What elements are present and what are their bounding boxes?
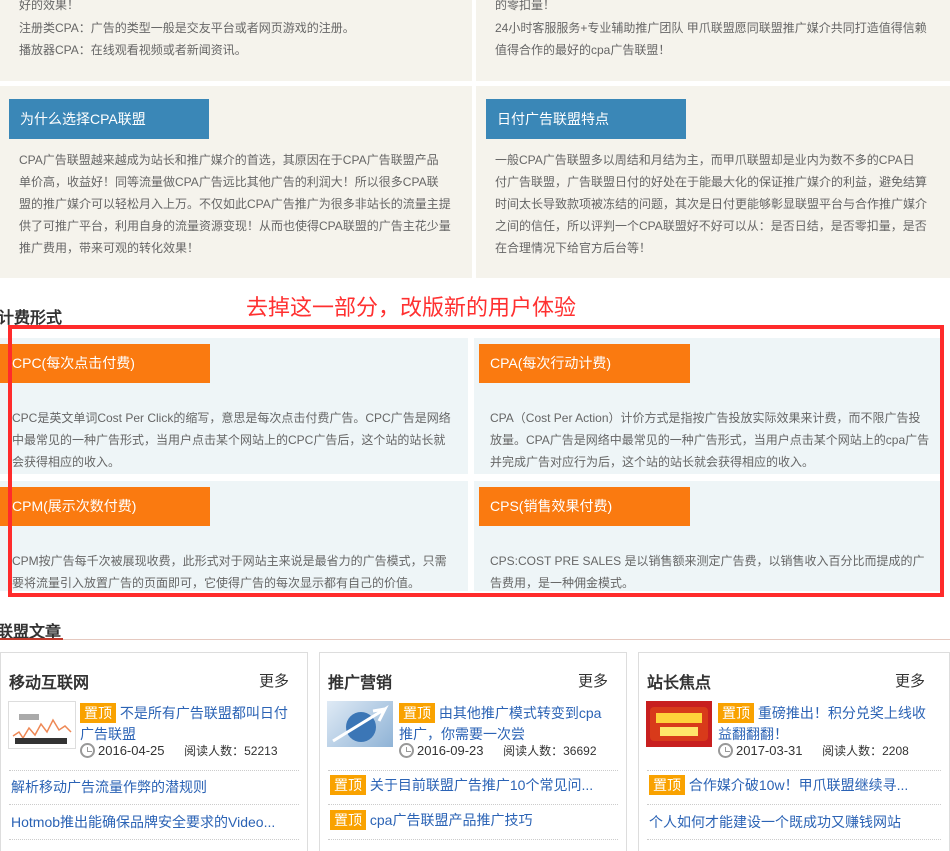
articles-heading-accent bbox=[0, 638, 63, 640]
clock-icon bbox=[718, 743, 733, 758]
article-link[interactable]: Hotmob推出能确保品牌安全要求的Video... bbox=[11, 812, 291, 832]
annotation-box bbox=[8, 325, 944, 597]
article-title: cpa广告联盟产品推广技巧 bbox=[369, 812, 533, 828]
divider bbox=[647, 770, 941, 771]
more-link[interactable]: 更多 bbox=[578, 670, 608, 691]
read-count: 阅读人数：2208 bbox=[822, 744, 909, 758]
column-mobile-internet: 移动互联网 更多 置顶 不是所有广告联盟都叫日付广告联盟 2016-04-25 … bbox=[0, 652, 308, 851]
column-promotion-marketing: 推广营销 更多 置顶 由其他推广模式转变到cpa推广，你需要一次尝 2016-0… bbox=[319, 652, 627, 851]
divider bbox=[328, 804, 618, 805]
column-title: 站长焦点 bbox=[647, 675, 712, 692]
article-date: 2016-09-23 bbox=[417, 743, 484, 758]
article-link[interactable]: 置顶 关于目前联盟广告推广10个常见问... bbox=[330, 775, 620, 795]
column-title: 移动互联网 bbox=[9, 675, 90, 692]
daily-pay-line: 付广告联盟，广告联盟日付的好处在于能最大化的保证推广媒介的利益，避免结算 bbox=[495, 175, 928, 189]
article-meta: 2016-09-23 阅读人数：36692 bbox=[399, 742, 597, 759]
top-badge: 置顶 bbox=[330, 775, 366, 795]
top-right-line3: 值得合作的最好的cpa广告联盟！ bbox=[495, 43, 671, 57]
top-right-line2: 24小时客服服务+专业辅助推广团队 甲爪联盟愿同联盟推广媒介共同打造值得信赖 bbox=[495, 21, 927, 35]
article-title: 关于目前联盟广告推广10个常见问... bbox=[369, 777, 594, 793]
clock-icon bbox=[399, 743, 414, 758]
article-meta: 2017-03-31 阅读人数：2208 bbox=[718, 742, 909, 759]
article-thumbnail[interactable] bbox=[8, 701, 76, 749]
divider bbox=[647, 804, 941, 805]
why-cpa-line: 推广费用，带来可观的转化效果！ bbox=[19, 241, 200, 255]
top-left-cell: 好的效果！ 注册类CPA：广告的类型一般是交友平台或者网页游戏的注册。 播放器C… bbox=[0, 0, 472, 81]
why-cpa-line: 盟的推广媒介可以轻松月入上万。不仅如此CPA广告推广为很多非站长的流量主提 bbox=[19, 197, 451, 211]
daily-pay-line: 时间太长导致款项被冻结的问题，其次是日付更能够彰显联盟平台与合作推广媒介 bbox=[495, 197, 928, 211]
article-meta: 2016-04-25 阅读人数：52213 bbox=[80, 742, 278, 759]
why-cpa-line: 单价高，收益好！同等流量做CPA广告远比其他广告的利润大！所以很多CPA联 bbox=[19, 175, 439, 189]
articles-heading-rule bbox=[0, 639, 950, 640]
top-badge: 置顶 bbox=[80, 703, 116, 723]
why-cpa-line: 供了可推广平台，利用自身的流量资源变现！从而也使得CPA联盟的广告主花少量 bbox=[19, 219, 451, 233]
article-link[interactable]: 解析移动广告流量作弊的潜规则 bbox=[11, 777, 291, 797]
article-link[interactable]: 置顶 合作媒介破10w！甲爪联盟继续寻... bbox=[649, 775, 939, 795]
featured-article-link[interactable]: 置顶 重磅推出！积分兑奖上线收益翻翻翻！ bbox=[718, 703, 928, 745]
divider bbox=[328, 839, 618, 840]
top-left-line3: 播放器CPA：在线观看视频或者新闻资讯。 bbox=[19, 43, 247, 57]
annotation-text: 去掉这一部分，改版新的用户体验 bbox=[246, 296, 577, 321]
more-link[interactable]: 更多 bbox=[259, 670, 289, 691]
top-right-line1: 的零扣量！ bbox=[495, 0, 556, 12]
why-cpa-line: CPA广告联盟越来越成为站长和推广媒介的首选，其原因在于CPA广告联盟产品 bbox=[19, 153, 439, 167]
divider bbox=[9, 770, 299, 771]
top-badge: 置顶 bbox=[330, 810, 366, 830]
article-link[interactable]: 置顶 cpa广告联盟产品推广技巧 bbox=[330, 810, 620, 830]
top-left-line2: 注册类CPA：广告的类型一般是交友平台或者网页游戏的注册。 bbox=[19, 21, 355, 35]
divider bbox=[9, 839, 299, 840]
top-left-line1: 好的效果！ bbox=[19, 0, 80, 12]
top-badge: 置顶 bbox=[399, 703, 435, 723]
daily-pay-title: 日付广告联盟特点 bbox=[486, 99, 686, 139]
clock-icon bbox=[80, 743, 95, 758]
column-webmaster-focus: 站长焦点 更多 置顶 重磅推出！积分兑奖上线收益翻翻翻！ 2017-03-31 … bbox=[638, 652, 950, 851]
article-link[interactable]: 个人如何才能建设一个既成功又赚钱网站 bbox=[649, 812, 939, 832]
daily-pay-cell: 日付广告联盟特点 一般CPA广告联盟多以周结和月结为主，而甲爪联盟却是业内为数不… bbox=[476, 86, 950, 278]
read-count: 阅读人数：36692 bbox=[503, 744, 597, 758]
more-link[interactable]: 更多 bbox=[895, 670, 925, 691]
why-cpa-title: 为什么选择CPA联盟 bbox=[9, 99, 209, 139]
why-cpa-cell: 为什么选择CPA联盟 CPA广告联盟越来越成为站长和推广媒介的首选，其原因在于C… bbox=[0, 86, 472, 278]
daily-pay-line: 在合理情况下给官方后台等！ bbox=[495, 241, 652, 255]
featured-article-link[interactable]: 置顶 不是所有广告联盟都叫日付广告联盟 bbox=[80, 703, 290, 745]
top-badge: 置顶 bbox=[649, 775, 685, 795]
divider bbox=[647, 839, 941, 840]
article-title: 合作媒介破10w！甲爪联盟继续寻... bbox=[688, 777, 909, 793]
column-title: 推广营销 bbox=[328, 675, 393, 692]
divider bbox=[328, 770, 618, 771]
daily-pay-line: 一般CPA广告联盟多以周结和月结为主，而甲爪联盟却是业内为数不多的CPA日 bbox=[495, 153, 915, 167]
divider bbox=[9, 804, 299, 805]
top-right-cell: 的零扣量！ 24小时客服服务+专业辅助推广团队 甲爪联盟愿同联盟推广媒介共同打造… bbox=[476, 0, 950, 81]
article-thumbnail[interactable] bbox=[646, 701, 712, 747]
article-date: 2017-03-31 bbox=[736, 743, 803, 758]
featured-article-link[interactable]: 置顶 由其他推广模式转变到cpa推广，你需要一次尝 bbox=[399, 703, 609, 745]
article-date: 2016-04-25 bbox=[98, 743, 165, 758]
article-thumbnail[interactable] bbox=[327, 701, 393, 747]
top-badge: 置顶 bbox=[718, 703, 754, 723]
read-count: 阅读人数：52213 bbox=[184, 744, 278, 758]
daily-pay-line: 之间的信任，所以评判一个CPA联盟好不好可以从：是否日结，是否零扣量，是否 bbox=[495, 219, 927, 233]
